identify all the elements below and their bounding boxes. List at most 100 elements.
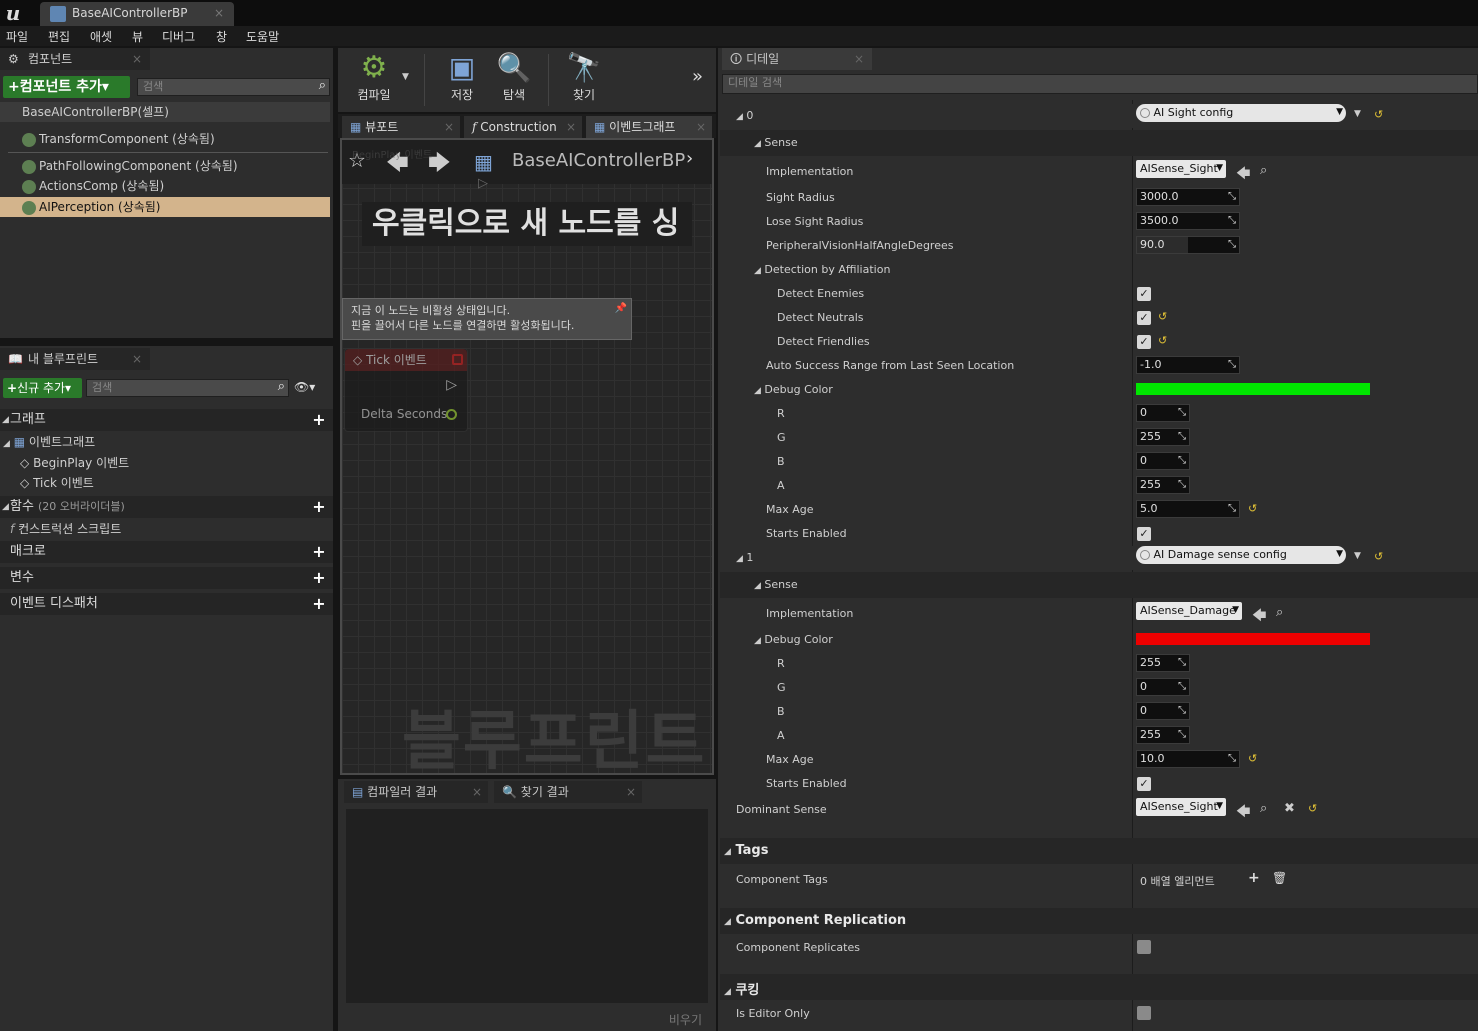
component-root[interactable]: BaseAIControllerBP(셀프) (0, 102, 330, 122)
close-icon[interactable]: × (696, 116, 706, 138)
close-icon[interactable]: × (566, 116, 576, 138)
clear-button[interactable]: 비우기 (669, 1011, 702, 1028)
use-selected-arrow-icon[interactable]: 🡄 (1236, 801, 1250, 825)
details-search-input[interactable]: 디테일 검색 (722, 74, 1478, 94)
document-tab[interactable]: BaseAIControllerBP × (40, 2, 234, 26)
find-button[interactable]: 🔭 찾기 (560, 50, 608, 103)
sense-config-dropdown[interactable]: AI Sight config ▼ (1136, 104, 1346, 122)
event-graph-item[interactable]: ◢ ▦ 이벤트그래프 (0, 432, 95, 452)
functions-section[interactable]: ◢ 함수 (20 오버라이더블) + (0, 496, 333, 518)
add-new-button[interactable]: +신규 추가▾ (3, 378, 82, 398)
add-dispatcher-icon[interactable]: + (311, 596, 327, 612)
collapse-arrow-icon[interactable]: ◢ (3, 439, 10, 449)
reset-to-default-icon[interactable]: ↺ (1158, 334, 1167, 347)
reset-to-default-icon[interactable]: ↺ (1158, 310, 1167, 323)
browse-button[interactable]: 🔍 탐색 (490, 50, 538, 103)
tab-viewport[interactable]: ▦ 뷰포트 × (342, 116, 460, 138)
event-item[interactable]: ◇ Tick 이벤트 (0, 473, 94, 493)
construction-script-item[interactable]: f 컨스트럭션 스크립트 (0, 519, 121, 539)
add-function-icon[interactable]: + (311, 499, 327, 515)
reset-to-default-icon[interactable]: ↺ (1248, 502, 1257, 515)
detect-enemies-checkbox[interactable]: ✓ (1137, 287, 1151, 301)
color-b-input[interactable]: 0 ⤡ (1136, 452, 1190, 470)
collapse-arrow-icon[interactable]: ◢ (724, 987, 731, 997)
event-graph-canvas[interactable]: ☆ 🡄 🡆 ▦ BaseAIControllerBP › BeginPlay 이… (340, 138, 714, 775)
close-icon[interactable]: × (132, 348, 142, 370)
clear-icon[interactable]: ✖ (1284, 801, 1295, 816)
reset-to-default-icon[interactable]: ↺ (1308, 802, 1317, 815)
tab-construction[interactable]: f Construction × (464, 116, 582, 138)
lose-sight-radius-input[interactable]: 3500.0 ⤡ (1136, 212, 1240, 230)
delegate-pin-icon[interactable] (452, 354, 463, 365)
sense-category-row[interactable]: ◢ Sense (720, 572, 1478, 598)
menu-view[interactable]: 뷰 (132, 28, 143, 45)
collapse-arrow-icon[interactable]: ◢ (754, 636, 761, 646)
collapse-arrow-icon[interactable]: ◢ (2, 409, 9, 431)
color-a-input[interactable]: 255 ⤡ (1136, 476, 1190, 494)
event-dispatchers-section[interactable]: 이벤트 디스패처 + (0, 593, 333, 615)
color-r-input[interactable]: 255 ⤡ (1136, 654, 1190, 672)
search-icon[interactable]: ⌕ (319, 78, 326, 94)
cooking-category[interactable]: ◢ 쿠킹 (720, 974, 1478, 1000)
collapse-arrow-icon[interactable]: ◢ (736, 112, 743, 122)
sense-category-row[interactable]: ◢ Sense (720, 130, 1478, 156)
collapse-arrow-icon[interactable]: ◢ (754, 581, 761, 591)
starts-enabled-checkbox[interactable]: ✓ (1137, 527, 1151, 541)
is-editor-only-checkbox[interactable] (1137, 1006, 1151, 1020)
components-search-input[interactable]: 검색 ⌕ (137, 78, 330, 96)
expand-toolbar-icon[interactable]: » (692, 66, 703, 87)
dropdown-arrow-icon[interactable]: ▼ (402, 72, 409, 82)
menu-edit[interactable]: 편집 (48, 28, 70, 45)
collapse-arrow-icon[interactable]: ◢ (2, 496, 9, 518)
reset-to-default-icon[interactable]: ↺ (1374, 550, 1383, 563)
reset-to-default-icon[interactable]: ↺ (1248, 752, 1257, 765)
blueprint-search-input[interactable]: 검색 ⌕ (86, 379, 289, 397)
sense-config-dropdown[interactable]: AI Damage sense config ▼ (1136, 546, 1346, 564)
max-age-input[interactable]: 5.0 ⤡ (1136, 500, 1240, 518)
save-button[interactable]: ▣ 저장 (438, 50, 486, 103)
array-options-icon[interactable]: ▼ (1354, 551, 1361, 561)
close-icon[interactable]: × (854, 48, 864, 70)
component-item[interactable]: ActionsComp (상속됨) (0, 176, 164, 196)
details-tab[interactable]: 🛈 디테일 × (722, 48, 872, 70)
color-g-input[interactable]: 0 ⤡ (1136, 678, 1190, 696)
dominant-sense-dropdown[interactable]: AISense_Sight ▼ (1136, 798, 1226, 816)
replication-category[interactable]: ◢ Component Replication (720, 908, 1478, 934)
add-element-icon[interactable]: + (1248, 870, 1260, 886)
implementation-dropdown[interactable]: AISense_Damage ▼ (1136, 602, 1242, 620)
macros-section[interactable]: 매크로 + (0, 541, 333, 563)
close-icon[interactable]: × (132, 48, 142, 70)
menu-debug[interactable]: 디버그 (162, 28, 195, 45)
search-icon[interactable]: ⌕ (278, 379, 285, 395)
close-icon[interactable]: × (214, 2, 224, 24)
menu-asset[interactable]: 애셋 (90, 28, 112, 45)
eye-icon[interactable]: 👁▾ (294, 380, 315, 394)
tab-find-results[interactable]: 🔍 찾기 결과 × (494, 781, 642, 803)
use-selected-arrow-icon[interactable]: 🡄 (1236, 163, 1250, 187)
component-item[interactable]: TransformComponent (상속됨) (0, 129, 215, 149)
collapse-arrow-icon[interactable]: ◢ (754, 386, 761, 396)
collapse-arrow-icon[interactable]: ◢ (724, 917, 731, 927)
my-blueprint-tab[interactable]: 📖 내 블루프린트 × (0, 348, 150, 370)
event-item[interactable]: ◇ BeginPlay 이벤트 (0, 453, 129, 473)
menu-file[interactable]: 파일 (6, 28, 28, 45)
collapse-arrow-icon[interactable]: ◢ (754, 139, 761, 149)
implementation-dropdown[interactable]: AISense_Sight ▼ (1136, 160, 1226, 178)
color-g-input[interactable]: 255 ⤡ (1136, 428, 1190, 446)
tab-compiler-results[interactable]: ▤ 컴파일러 결과 × (344, 781, 488, 803)
sight-radius-input[interactable]: 3000.0 ⤡ (1136, 188, 1240, 206)
add-variable-icon[interactable]: + (311, 570, 327, 586)
float-pin-icon[interactable] (446, 409, 457, 420)
collapse-arrow-icon[interactable]: ◢ (724, 847, 731, 857)
detect-neutrals-checkbox[interactable]: ✓ (1137, 311, 1151, 325)
components-tab[interactable]: ⚙ 컴포넌트 × (0, 48, 150, 70)
browse-magnifier-icon[interactable]: ⌕ (1260, 163, 1267, 178)
component-item-selected[interactable]: AIPerception (상속됨) (0, 197, 330, 217)
component-item[interactable]: PathFollowingComponent (상속됨) (0, 156, 238, 176)
affiliation-row[interactable]: ◢ Detection by Affiliation (720, 258, 1478, 282)
color-b-input[interactable]: 0 ⤡ (1136, 702, 1190, 720)
debug-color-swatch[interactable] (1136, 383, 1370, 395)
exec-pin-icon[interactable]: ▷ (446, 377, 457, 393)
trash-icon[interactable]: 🗑 (1272, 871, 1287, 885)
close-icon[interactable]: × (626, 781, 636, 803)
